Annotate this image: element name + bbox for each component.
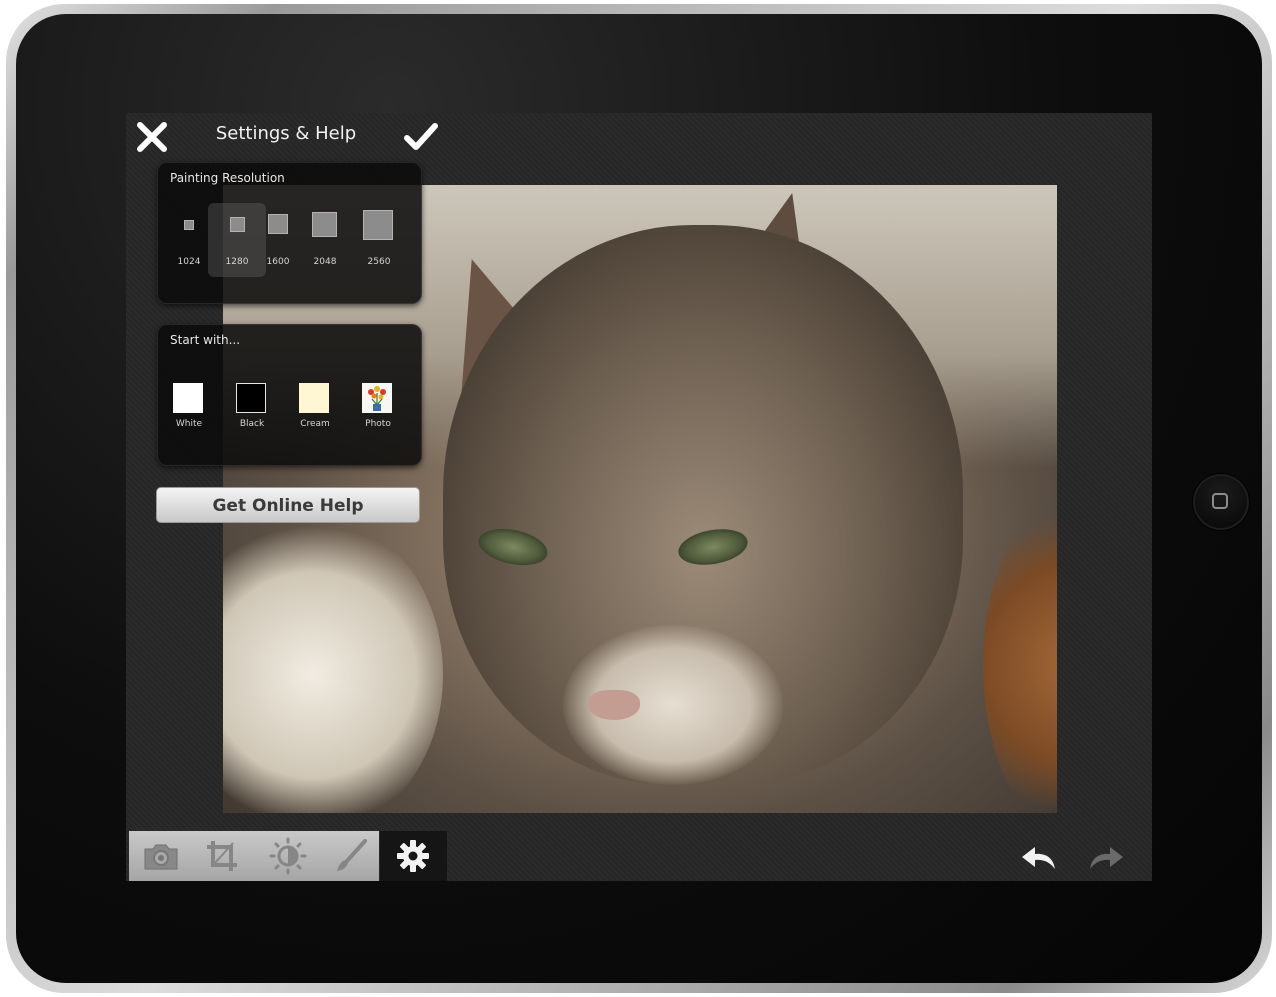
camera-tool-button[interactable] [141,837,181,875]
black-swatch [236,383,266,413]
resolution-label: 2048 [313,257,337,267]
brightness-icon [269,837,307,875]
start-option-white[interactable]: White [160,365,218,439]
flower-vase-thumbnail [362,383,392,413]
resolution-2048-icon [312,212,337,237]
close-button[interactable] [136,121,168,153]
settings-title-bar: Settings & Help [126,113,446,159]
camera-icon [144,844,178,870]
start-option-label: Cream [300,419,330,429]
bottom-toolbar [129,831,447,881]
start-with-panel: Start with... White Black Cream Photo [157,324,422,466]
checkmark-icon [404,123,438,150]
start-with-title: Start with... [170,333,241,347]
start-option-label: Black [239,419,265,429]
page-title: Settings & Help [215,123,357,144]
crop-icon [207,841,237,871]
brush-tool-button[interactable] [331,837,371,875]
resolution-option-2048[interactable]: 2048 [296,203,354,277]
start-option-label: White [175,419,203,429]
redo-icon [1090,847,1123,869]
home-button-icon [1212,493,1228,509]
home-button[interactable] [1193,474,1249,530]
resolution-option-2560[interactable]: 2560 [350,203,408,277]
crop-tool-button[interactable] [203,837,243,875]
start-option-black[interactable]: Black [223,365,281,439]
resolution-label: 2560 [367,257,391,267]
close-icon [137,122,167,152]
start-option-label: Photo [365,419,391,429]
settings-tool-button[interactable] [380,831,447,881]
resolution-1600-icon [268,214,288,234]
redo-button[interactable] [1086,841,1126,873]
get-online-help-button[interactable]: Get Online Help [156,487,420,523]
resolution-1280-icon [230,217,245,232]
undo-icon [1022,847,1055,869]
photo-fur-left [223,515,443,813]
photo-cat-nose [588,690,640,720]
tool-strip [129,831,379,881]
gear-icon [397,840,429,872]
done-button[interactable] [404,121,438,153]
brush-icon [337,839,367,871]
brightness-tool-button[interactable] [268,837,308,875]
start-option-photo[interactable]: Photo [349,365,407,439]
white-swatch [173,383,203,413]
resolution-2560-icon [363,210,393,240]
app-screen: Settings & Help Painting Resolution 1024… [126,113,1152,881]
cream-swatch [299,383,329,413]
undo-button[interactable] [1019,841,1059,873]
start-option-cream[interactable]: Cream [286,365,344,439]
painting-resolution-title: Painting Resolution [170,171,285,185]
photo-fur-right [983,485,1057,813]
painting-resolution-panel: Painting Resolution 1024 1280 1600 2048 … [157,162,422,304]
resolution-1024-icon [184,220,194,230]
